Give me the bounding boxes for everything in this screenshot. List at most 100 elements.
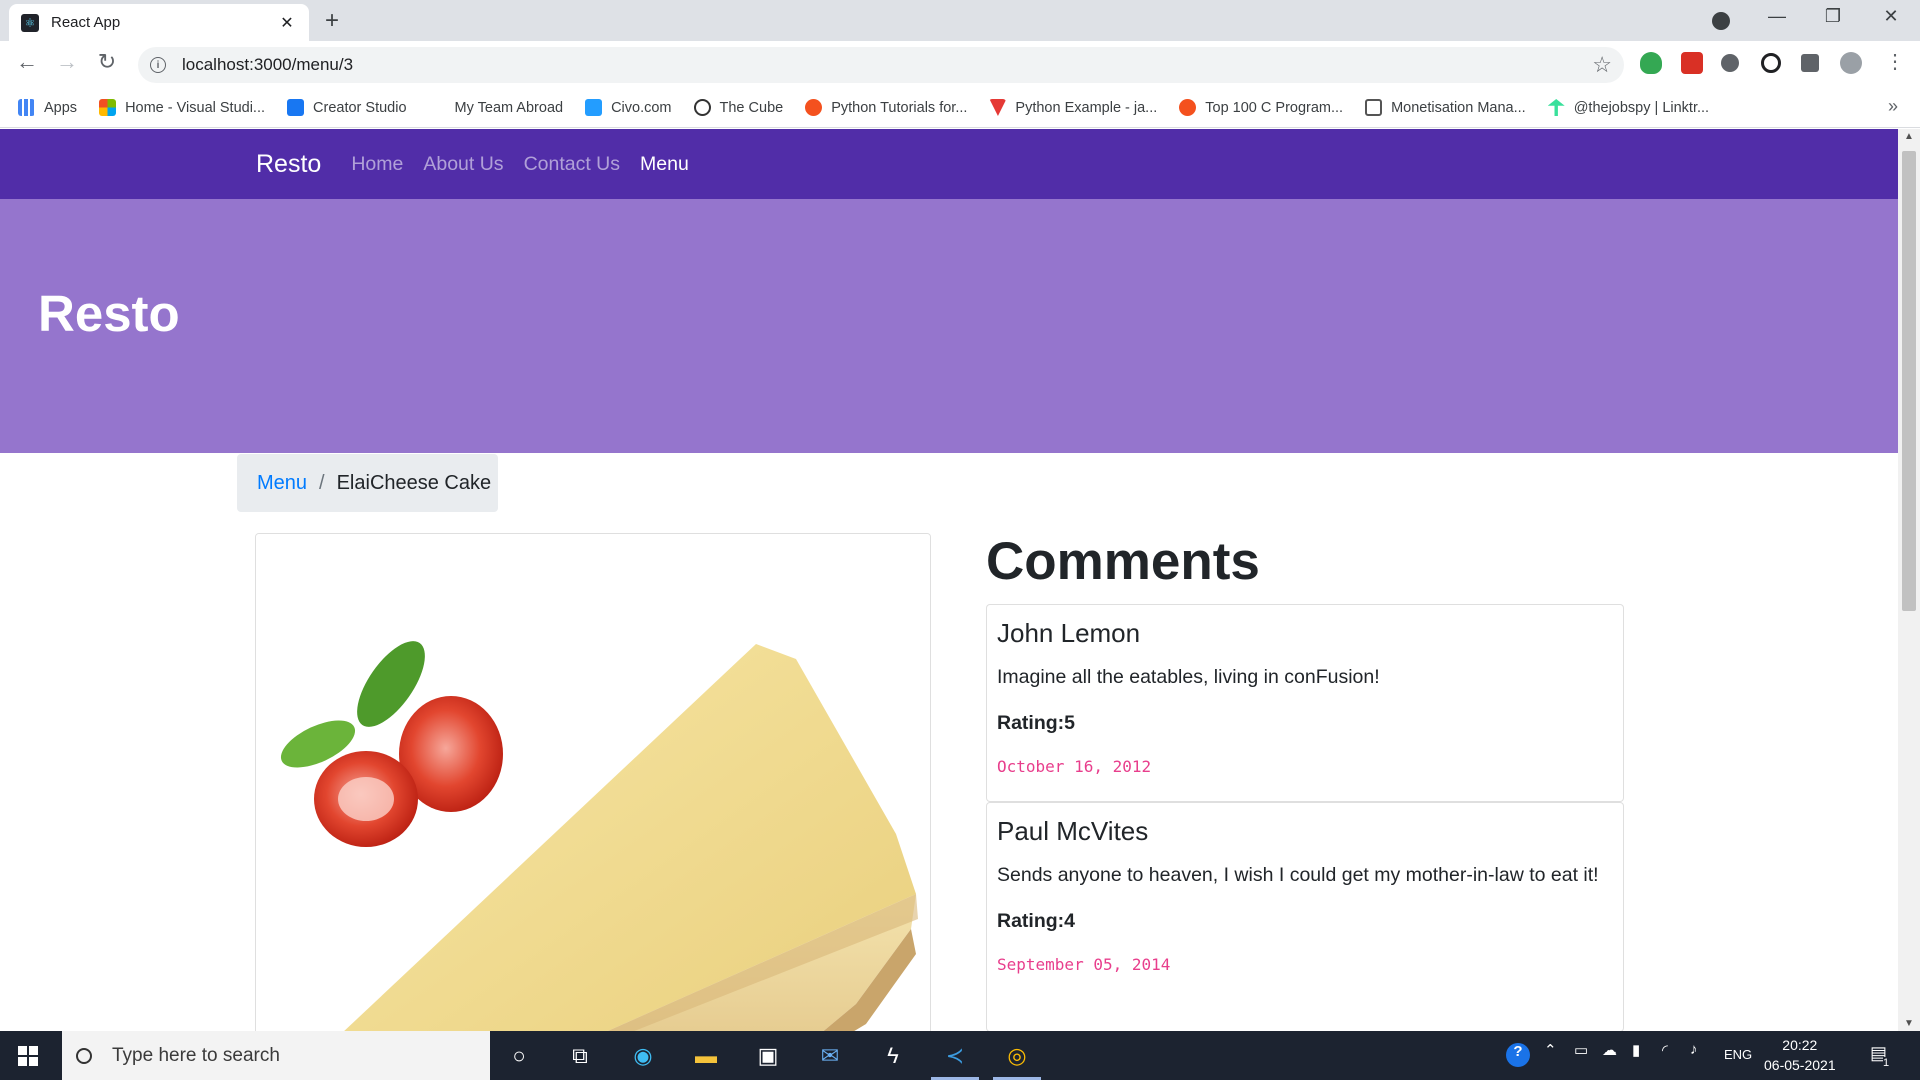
comment-date: October 16, 2012 (997, 757, 1152, 776)
task-view-icon[interactable]: ⧉ (563, 1039, 597, 1073)
linktree-icon (1547, 99, 1565, 116)
more-bookmarks-icon[interactable]: » (1888, 96, 1898, 117)
comment-rating: Rating:5 (997, 712, 1075, 734)
bookmark-item[interactable]: The Cube (693, 99, 783, 116)
bookmark-item[interactable]: Python Example - ja... (989, 99, 1157, 116)
app-icon[interactable]: ϟ (876, 1039, 910, 1073)
microsoft-icon (99, 99, 117, 116)
clock-time: 20:22 (1782, 1037, 1818, 1053)
search-placeholder: Type here to search (112, 1044, 280, 1066)
file-explorer-icon[interactable]: ▬ (689, 1039, 723, 1073)
help-icon[interactable]: ? (1506, 1043, 1530, 1067)
dish-image (256, 534, 930, 1031)
breadcrumb: Menu / ElaiCheese Cake (237, 454, 498, 512)
profile-menu-icon[interactable] (1712, 12, 1730, 30)
page-scrollbar[interactable]: ▲ ▼ (1898, 129, 1920, 1031)
browser-toolbar: ← → ↻ i localhost:3000/menu/3 ☆ ⋮ (0, 41, 1920, 88)
wifi-icon[interactable]: ◜ (1662, 1041, 1668, 1059)
comment-text: Imagine all the eatables, living in conF… (997, 666, 1380, 688)
dish-card (255, 533, 931, 1031)
apps-grid-icon (18, 99, 35, 116)
taskbar-search[interactable]: Type here to search (62, 1031, 490, 1080)
site-info-icon[interactable]: i (150, 57, 166, 73)
search-icon (76, 1047, 92, 1064)
breadcrumb-current: ElaiCheese Cake (336, 471, 492, 494)
hero-title: Resto (38, 285, 180, 342)
tab-title: React App (51, 14, 121, 31)
address-bar[interactable]: i localhost:3000/menu/3 ☆ (138, 47, 1624, 83)
battery-icon[interactable]: ▮ (1632, 1041, 1640, 1059)
comment-author: John Lemon (997, 618, 1141, 648)
forward-icon[interactable]: → (52, 49, 82, 75)
clock-date: 06-05-2021 (1764, 1057, 1836, 1073)
puzzle-extensions-icon[interactable] (1801, 54, 1819, 72)
tab-close-icon[interactable]: ✕ (277, 13, 297, 33)
comment-text: Sends anyone to heaven, I wish I could g… (997, 864, 1599, 886)
browser-tab-strip: ⚛ React App ✕ + — ❐ ✕ (0, 0, 1920, 41)
breadcrumb-menu-link[interactable]: Menu (257, 472, 307, 495)
document-icon (1365, 99, 1383, 116)
windows-start-icon[interactable] (18, 1046, 38, 1066)
site-navbar: Resto Home About Us Contact Us Menu (0, 129, 1898, 199)
minimize-icon[interactable]: — (1757, 6, 1797, 27)
device-icon[interactable]: ▭ (1574, 1041, 1588, 1059)
cube-icon (693, 99, 711, 116)
red-extension-icon[interactable] (1681, 52, 1703, 74)
sync-extension-icon[interactable] (1761, 53, 1781, 73)
comment-author: Paul McVites (997, 816, 1149, 846)
hero-banner: Resto (0, 199, 1898, 453)
shield-extension-icon[interactable] (1640, 52, 1662, 74)
pen-extension-icon[interactable] (1721, 54, 1739, 72)
nav-link-contact[interactable]: Contact Us (524, 153, 620, 176)
restore-icon[interactable]: ❐ (1813, 6, 1853, 27)
bookmark-apps[interactable]: Apps (18, 99, 77, 116)
volume-icon[interactable]: ♪ (1690, 1041, 1698, 1058)
bookmark-item[interactable]: My Team Abroad (455, 100, 564, 116)
cortana-icon[interactable]: ○ (502, 1039, 536, 1073)
profile-avatar-icon[interactable] (1840, 52, 1862, 74)
bookmark-item[interactable]: Home - Visual Studi... (99, 99, 265, 116)
bookmark-item[interactable]: Creator Studio (287, 99, 407, 116)
bookmark-item[interactable]: Top 100 C Program... (1179, 99, 1343, 116)
bookmark-item[interactable]: Monetisation Mana... (1365, 99, 1526, 116)
language-indicator[interactable]: ENG (1724, 1047, 1752, 1062)
scroll-down-icon[interactable]: ▼ (1904, 1018, 1914, 1029)
chrome-icon[interactable]: ◎ (1000, 1039, 1034, 1073)
scroll-up-icon[interactable]: ▲ (1904, 131, 1914, 142)
chevron-up-icon[interactable]: ⌃ (1544, 1041, 1557, 1059)
reload-icon[interactable]: ↻ (92, 49, 122, 75)
mail-icon[interactable]: ✉ (813, 1039, 847, 1073)
vscode-icon[interactable]: ≺ (938, 1039, 972, 1073)
store-icon[interactable]: ▣ (751, 1039, 785, 1073)
notification-count: 1 (1883, 1057, 1890, 1069)
tutorial-icon (1179, 99, 1197, 116)
comment-card: John Lemon Imagine all the eatables, liv… (986, 604, 1624, 802)
close-window-icon[interactable]: ✕ (1871, 6, 1911, 27)
navbar-brand[interactable]: Resto (256, 150, 321, 179)
clock[interactable]: 20:22 06-05-2021 (1764, 1035, 1836, 1075)
browser-tab[interactable]: ⚛ React App ✕ (9, 4, 309, 41)
breadcrumb-separator: / (319, 471, 325, 494)
scroll-thumb[interactable] (1902, 151, 1916, 611)
cloud-icon[interactable]: ☁ (1602, 1041, 1617, 1059)
new-tab-button[interactable]: + (325, 7, 339, 35)
url-text[interactable]: localhost:3000/menu/3 (182, 55, 353, 75)
nav-link-menu[interactable]: Menu (640, 153, 689, 176)
nav-link-home[interactable]: Home (351, 153, 403, 176)
comment-rating: Rating:4 (997, 910, 1075, 932)
page-viewport: Resto Home About Us Contact Us Menu Rest… (0, 129, 1898, 1031)
bookmark-item[interactable]: Python Tutorials for... (805, 99, 967, 116)
bookmark-item[interactable]: @thejobspy | Linktr... (1547, 99, 1709, 116)
nav-link-about[interactable]: About Us (423, 153, 503, 176)
chrome-menu-icon[interactable]: ⋮ (1880, 49, 1910, 74)
creator-studio-icon (287, 99, 305, 116)
bookmark-item[interactable]: Civo.com (585, 99, 672, 116)
edge-icon[interactable]: ◉ (626, 1039, 660, 1073)
tutorial-icon (805, 99, 823, 116)
bookmarks-bar: Apps Home - Visual Studi... Creator Stud… (0, 88, 1920, 128)
windows-taskbar: Type here to search ○ ⧉ ◉ ▬ ▣ ✉ ϟ ≺ ◎ ? … (0, 1031, 1920, 1080)
back-icon[interactable]: ← (12, 49, 42, 75)
bookmark-star-icon[interactable]: ☆ (1592, 52, 1612, 78)
civo-icon (585, 99, 603, 116)
triangle-icon (989, 99, 1007, 116)
